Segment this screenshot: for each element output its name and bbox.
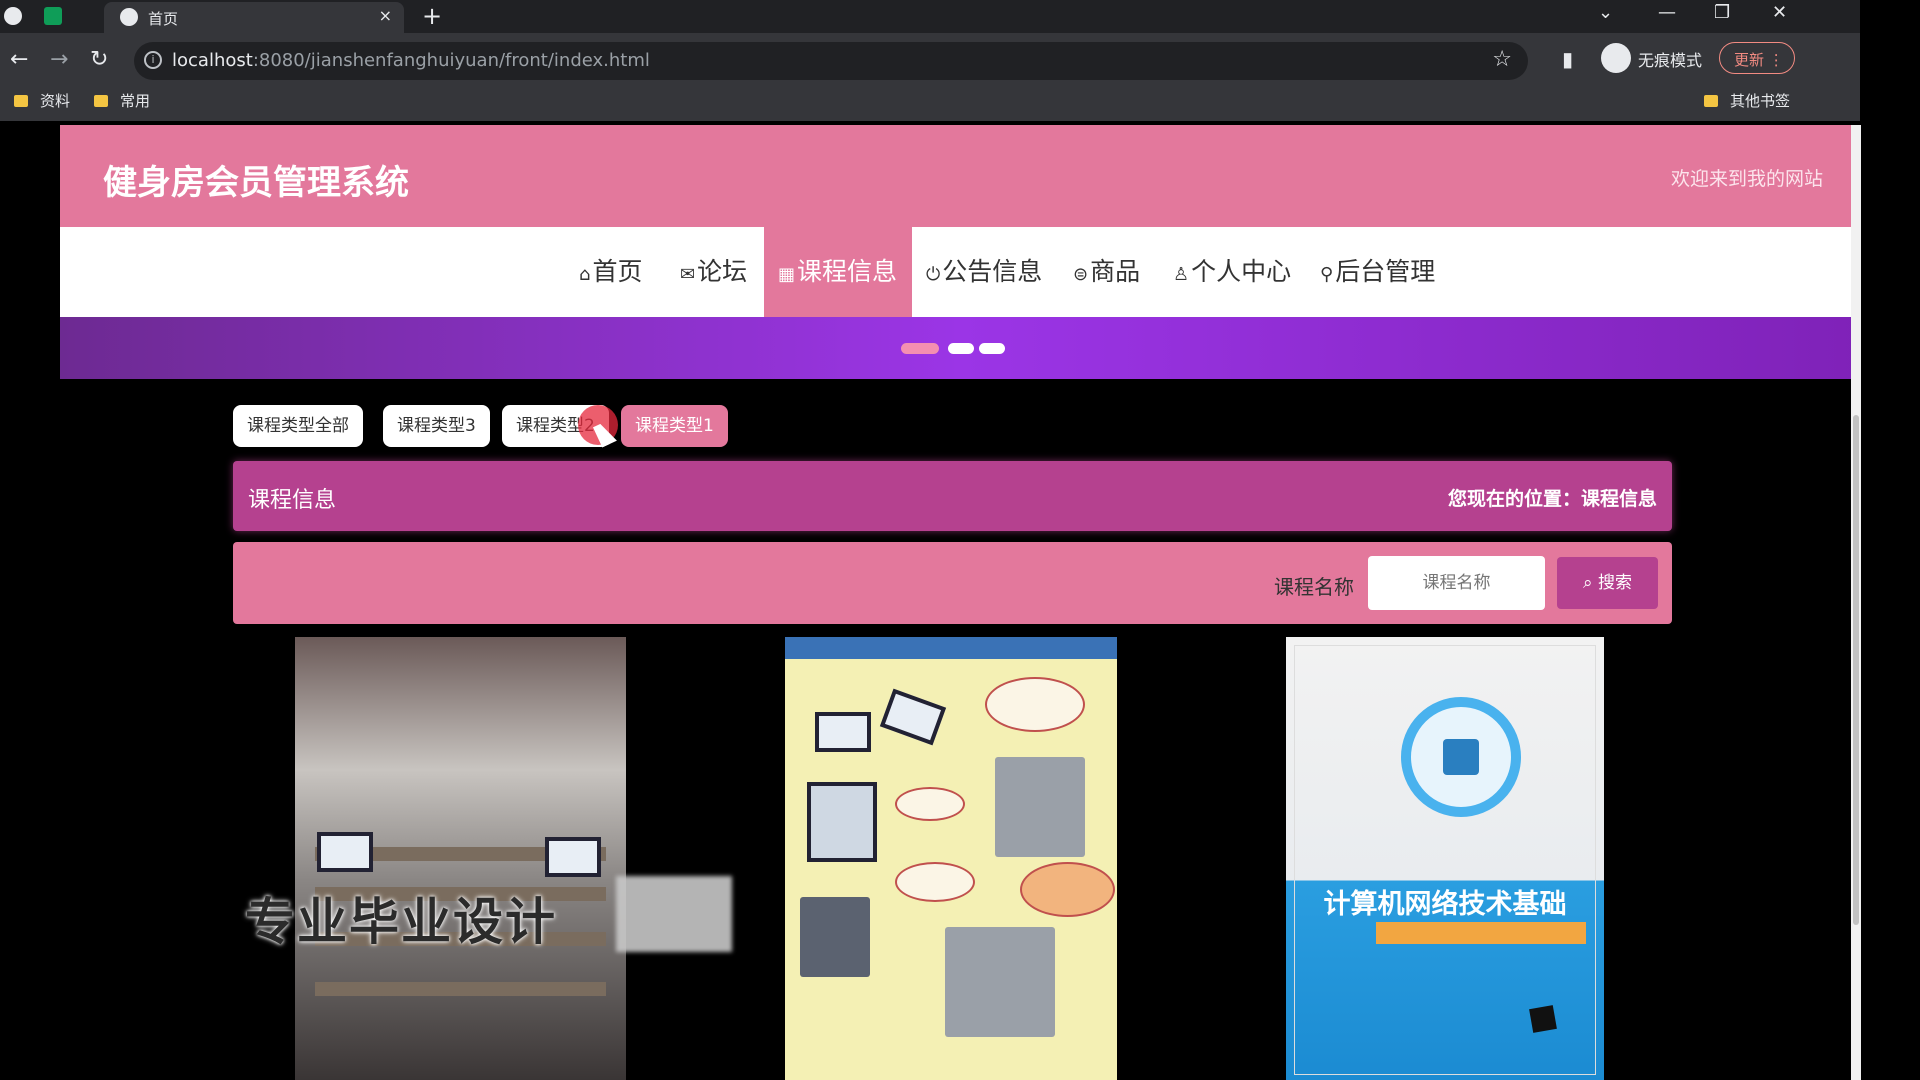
book-title: 计算机网络技术基础 xyxy=(1323,889,1567,920)
monitor xyxy=(317,832,373,872)
bubble xyxy=(895,862,975,902)
bubble xyxy=(985,677,1085,732)
user-icon: ♙ xyxy=(1173,264,1190,285)
bubble xyxy=(895,787,965,821)
monitor xyxy=(815,712,871,752)
section-title: 课程信息 xyxy=(248,488,337,513)
banner-carousel xyxy=(60,317,1861,379)
course-card-image-2[interactable] xyxy=(785,637,1117,1080)
power-icon: ⏻ xyxy=(926,264,941,285)
chrome-icon[interactable] xyxy=(4,7,22,25)
monitor xyxy=(807,782,877,862)
search-input[interactable] xyxy=(1368,556,1545,610)
monitor xyxy=(545,837,601,877)
carousel-dot-2[interactable] xyxy=(948,343,974,354)
site-header: 健身房会员管理系统 欢迎来到我的网站 xyxy=(60,125,1861,227)
goods-icon: ⊜ xyxy=(1073,264,1089,285)
blurred-area xyxy=(616,876,732,952)
filter-type-3[interactable]: 课程类型3 xyxy=(383,405,490,447)
nav-item-goods[interactable]: ⊜商品 xyxy=(1059,227,1154,317)
nav-item-courses[interactable]: ▦课程信息 xyxy=(764,227,912,317)
home-icon: ⌂ xyxy=(579,264,591,285)
breadcrumb: 您现在的位置：课程信息 xyxy=(1447,488,1657,510)
bubble xyxy=(1020,862,1115,917)
page-scrollbar[interactable] xyxy=(1851,125,1861,1080)
mail-icon: ✉ xyxy=(680,264,696,285)
nav-item-admin[interactable]: ⚲后台管理 xyxy=(1306,227,1449,317)
search-label: 课程名称 xyxy=(1274,575,1354,599)
nav-item-profile[interactable]: ♙个人中心 xyxy=(1159,227,1305,317)
search-button[interactable]: ⌕ 搜索 xyxy=(1557,557,1658,609)
server-pc xyxy=(995,757,1085,857)
circuit-icon xyxy=(1401,697,1521,817)
monitor xyxy=(879,688,947,746)
course-card-image-1[interactable] xyxy=(295,637,626,1080)
carousel-dot-3[interactable] xyxy=(979,343,1005,354)
desktop-pc xyxy=(945,927,1055,1037)
link-icon: ⚲ xyxy=(1320,264,1334,285)
back-icon[interactable]: ← xyxy=(10,47,28,72)
nav-item-forum[interactable]: ✉论坛 xyxy=(666,227,761,317)
page-viewport: 健身房会员管理系统 欢迎来到我的网站 ⌂首页 ✉论坛 ▦课程信息 ⏻公告信息 ⊜… xyxy=(60,0,1861,1080)
welcome-text: 欢迎来到我的网站 xyxy=(1670,168,1823,190)
watermark-text: 专业毕业设计 xyxy=(245,893,557,951)
calendar-icon: ▦ xyxy=(778,264,796,285)
scrollbar-thumb[interactable] xyxy=(1853,415,1859,925)
folder-icon xyxy=(14,95,28,107)
filter-all[interactable]: 课程类型全部 xyxy=(233,405,363,447)
course-card-image-3[interactable]: 计算机网络技术基础 xyxy=(1286,637,1604,1080)
nav-item-notices[interactable]: ⏻公告信息 xyxy=(912,227,1056,317)
laptop xyxy=(800,897,870,977)
filter-type-1[interactable]: 课程类型1 xyxy=(621,405,728,447)
book-logo xyxy=(1529,1005,1557,1033)
section-header: 课程信息 您现在的位置：课程信息 xyxy=(233,461,1672,531)
desk-row xyxy=(315,982,606,996)
carousel-dot-1[interactable] xyxy=(901,343,939,354)
search-icon: ⌕ xyxy=(1583,573,1593,593)
site-title: 健身房会员管理系统 xyxy=(103,163,409,203)
main-nav: ⌂首页 ✉论坛 ▦课程信息 ⏻公告信息 ⊜商品 ♙个人中心 ⚲后台管理 xyxy=(60,227,1861,317)
nav-item-home[interactable]: ⌂首页 xyxy=(565,227,656,317)
search-bar: 课程名称 ⌕ 搜索 xyxy=(233,542,1672,624)
diagram-header xyxy=(785,637,1117,659)
book-stripe xyxy=(1376,922,1586,944)
